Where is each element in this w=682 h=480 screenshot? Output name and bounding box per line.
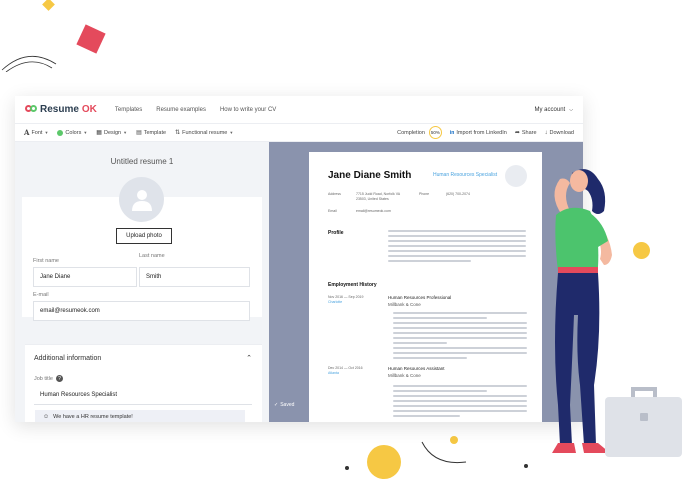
download-label: Download (549, 129, 574, 136)
editor-toolbar: A Font ▼ Colors ▼ ▦ Design ▼ ▤ Template … (15, 124, 583, 142)
share-button[interactable]: ➦ Share (514, 129, 537, 137)
completion-label: Completion (397, 129, 425, 136)
account-label: My account (534, 106, 566, 113)
download-icon: ↓ (544, 129, 548, 136)
profile-heading: Profile (328, 230, 344, 236)
top-nav: Resume OK Templates Resume examples How t… (15, 96, 583, 124)
completion-badge: 50% (428, 126, 442, 139)
job-title-label: Job title (34, 375, 53, 382)
thumbs-up-icon: ☺ (43, 414, 50, 420)
job2-company: Millbank & Cone (388, 373, 421, 378)
last-name-input[interactable]: Smith (139, 267, 250, 287)
resume-job-title: Human Resources Specialist (433, 172, 498, 178)
address-label: Address (328, 192, 341, 196)
editor-pane: Untitled resume 1 First name Jane Diane … (15, 142, 269, 422)
nav-link-templates[interactable]: Templates (115, 107, 142, 113)
first-name-label: First name (33, 258, 59, 264)
font-label: Font (31, 129, 43, 136)
address-value: 7715 Judd Road, Norfolk VA 23503, United… (356, 192, 400, 201)
phone-label: Phone (419, 192, 430, 196)
brand-ok: OK (81, 104, 97, 115)
decor-curve (421, 441, 467, 464)
caret-down-icon: ▼ (123, 130, 128, 135)
import-linkedin-button[interactable]: in Import from LinkedIn (450, 130, 507, 136)
user-icon (131, 189, 152, 211)
email-label: Email (328, 209, 337, 213)
layout-icon: ⇅ (175, 130, 181, 136)
decor-yellow-square (42, 0, 55, 11)
decor-yellow-circle-bottom (367, 445, 401, 479)
template-label: Template (143, 129, 167, 136)
caret-down-icon: ▼ (229, 130, 234, 135)
template-type-menu[interactable]: ⇅ Functional resume ▼ (175, 129, 234, 137)
help-icon[interactable]: ? (55, 375, 63, 382)
hero-stage: Resume OK Templates Resume examples How t… (0, 0, 682, 480)
saved-label: Saved (280, 402, 295, 408)
design-icon: ▦ (96, 130, 102, 136)
colors-label: Colors (65, 129, 82, 136)
first-name-input[interactable]: Jane Diane (33, 267, 137, 287)
font-icon: A (24, 128, 30, 137)
employment-heading: Employment History (328, 282, 377, 288)
hr-template-hint[interactable]: ☺ We have a HR resume template! (35, 410, 245, 422)
hint-text: We have a HR resume template! (53, 414, 133, 420)
phone-value: (620) 700-2074 (446, 192, 470, 196)
job2-location: Atlanta (328, 371, 339, 375)
job1-location: Charlotte (328, 300, 343, 304)
import-label: Import from LinkedIn (456, 129, 507, 136)
resume-name: Jane Diane Smith (328, 170, 412, 181)
linkedin-icon: in (449, 129, 455, 136)
decor-dark-dot (524, 464, 528, 468)
decor-red-square (76, 24, 106, 54)
app-window: Resume OK Templates Resume examples How t… (15, 96, 583, 422)
upload-photo-button[interactable]: Upload photo (116, 228, 172, 244)
job-title-label-row: Job title ? (34, 375, 63, 382)
color-swatch-icon (57, 129, 64, 136)
additional-info-title[interactable]: Additional information (34, 355, 101, 362)
decor-yellow-circle-right (633, 242, 650, 259)
completion-indicator: Completion 50% (397, 126, 442, 139)
brand-name: Resume (40, 104, 79, 115)
decor-dark-dot (345, 466, 349, 470)
caret-down-icon: ▼ (44, 130, 49, 135)
nav-link-resume-examples[interactable]: Resume examples (156, 107, 206, 113)
resume-title[interactable]: Untitled resume 1 (15, 157, 269, 166)
font-menu[interactable]: A Font ▼ (24, 128, 48, 137)
decor-arc (1, 56, 57, 72)
briefcase-icon (605, 387, 682, 457)
logo-icon (25, 105, 37, 114)
template-type-label: Functional resume (182, 129, 228, 136)
save-status: ✓ Saved (274, 402, 294, 408)
last-name-label: Last name (139, 253, 165, 259)
job2-title: Human Resources Assistant (388, 366, 445, 371)
check-icon: ✓ (274, 402, 279, 408)
share-label: Share (521, 129, 537, 136)
chevron-down-icon: ⌵ (569, 106, 573, 113)
colors-menu[interactable]: Colors ▼ (57, 129, 88, 136)
toolbar-actions: Completion 50% in Import from LinkedIn ➦… (397, 126, 574, 139)
email-label: E-mail (33, 292, 49, 298)
design-label: Design (103, 129, 122, 136)
chevron-up-icon[interactable]: ⌃ (246, 354, 252, 362)
caret-down-icon: ▼ (83, 130, 88, 135)
email-input[interactable]: email@resumeok.com (33, 301, 250, 321)
editor-body: Untitled resume 1 First name Jane Diane … (15, 142, 583, 422)
nav-link-how-to-write[interactable]: How to write your CV (220, 107, 276, 113)
design-menu[interactable]: ▦ Design ▼ (96, 129, 128, 137)
template-icon: ▤ (136, 130, 142, 136)
job-title-input[interactable]: Human Resources Specialist (34, 385, 252, 405)
email-value: email@resumeok.com (356, 209, 391, 213)
download-button[interactable]: ↓ Download (545, 130, 574, 136)
photo-placeholder[interactable] (119, 177, 164, 222)
template-button[interactable]: ▤ Template (136, 129, 167, 137)
job1-title: Human Resources Professional (388, 295, 452, 300)
share-icon: ➦ (514, 130, 520, 136)
job1-company: Millbank & Cone (388, 302, 421, 307)
brand-logo[interactable]: Resume OK (25, 104, 97, 115)
account-menu[interactable]: My account ⌵ (535, 107, 573, 113)
additional-info-section: Additional information ⌃ Job title ? Hum… (25, 344, 262, 422)
